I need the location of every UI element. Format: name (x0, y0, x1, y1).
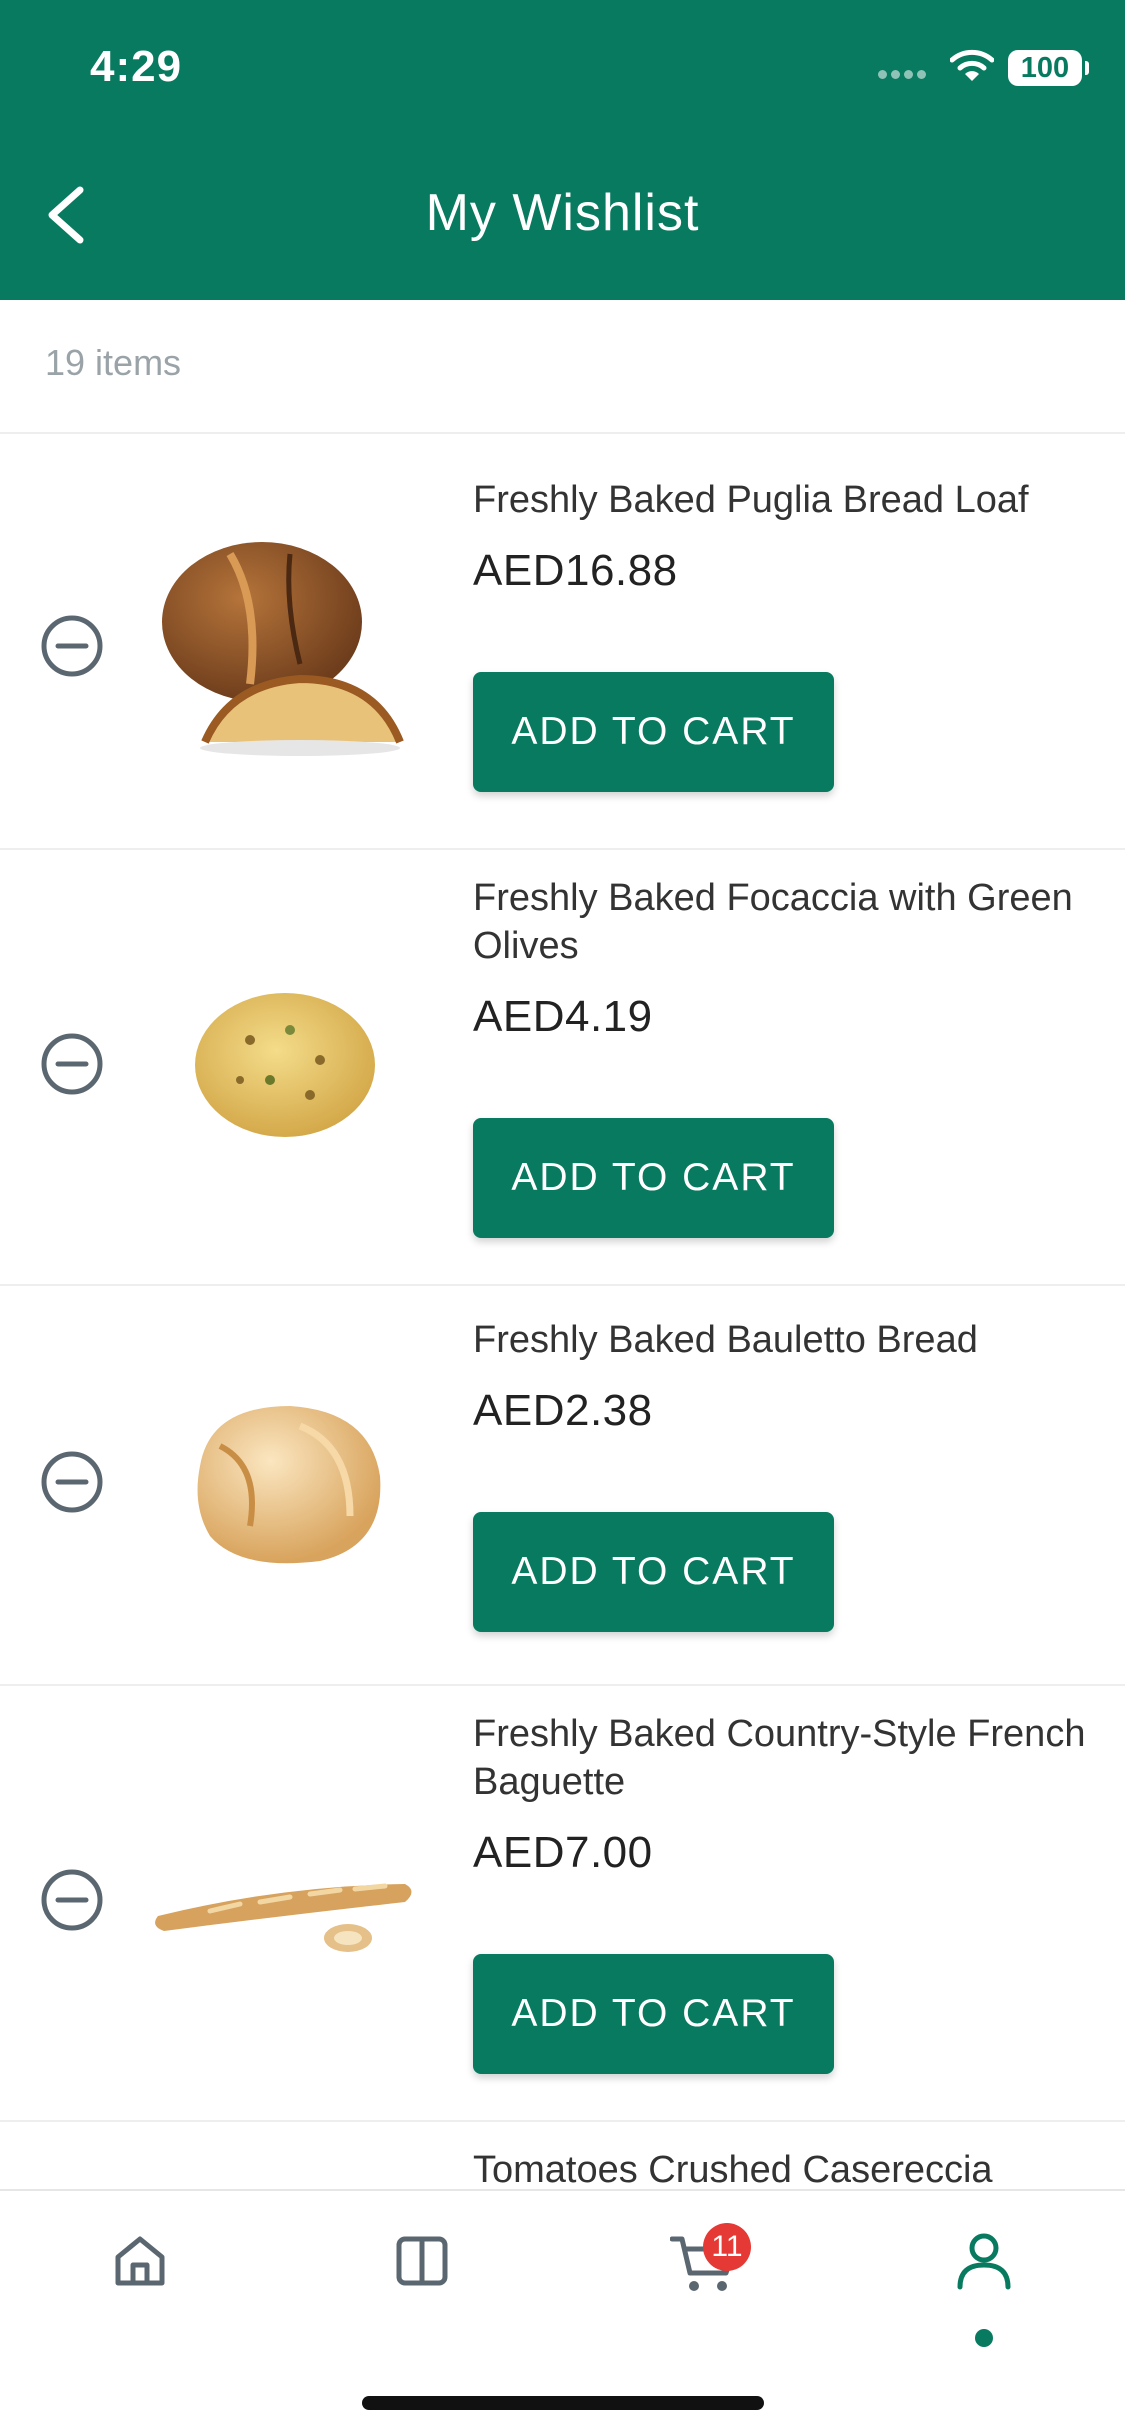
wishlist-item: Freshly Baked Bauletto Bread AED2.38 ADD… (0, 1286, 1125, 1686)
home-icon (115, 2236, 165, 2286)
wishlist-count: 19 items (45, 342, 182, 383)
wishlist-item: Freshly Baked Country-Style French Bague… (0, 1686, 1125, 2122)
cart-badge: 11 (703, 2223, 751, 2271)
active-tab-indicator (975, 2329, 993, 2347)
product-price: AED4.19 (473, 992, 653, 1041)
product-name[interactable]: Freshly Baked Country-Style French Bague… (473, 1710, 1093, 1806)
product-image-focaccia[interactable] (150, 930, 420, 1200)
cellular-signal-icon (878, 70, 926, 82)
product-image-french-baguette[interactable] (150, 1766, 420, 2036)
add-to-cart-button[interactable]: ADD TO CART (473, 1512, 834, 1632)
columns-icon (396, 2236, 448, 2286)
status-time: 4:29 (90, 42, 183, 91)
product-name[interactable]: Freshly Baked Puglia Bread Loaf (473, 476, 1093, 524)
remove-circle-icon[interactable] (40, 1450, 104, 1514)
product-name[interactable]: Tomatoes Crushed Casereccia (473, 2146, 1093, 2189)
product-name[interactable]: Freshly Baked Focaccia with Green Olives (473, 874, 1093, 970)
wishlist-list[interactable]: Freshly Baked Puglia Bread Loaf AED16.88… (0, 434, 1125, 2189)
product-price: AED7.00 (473, 1828, 653, 1877)
remove-circle-icon[interactable] (40, 614, 104, 678)
page-title: My Wishlist (425, 184, 700, 242)
home-indicator (362, 2396, 764, 2410)
product-price: AED16.88 (473, 546, 678, 595)
app-header: 4:29 100 My Wishlist (0, 0, 1125, 300)
product-image-bauletto-bread[interactable] (150, 1346, 420, 1616)
add-to-cart-button[interactable]: ADD TO CART (473, 1118, 834, 1238)
remove-circle-icon[interactable] (40, 1032, 104, 1096)
user-icon (957, 2233, 1011, 2290)
product-name[interactable]: Freshly Baked Bauletto Bread (473, 1316, 1093, 1364)
remove-circle-icon[interactable] (40, 1868, 104, 1932)
add-to-cart-button[interactable]: ADD TO CART (473, 672, 834, 792)
wishlist-count-bar: 19 items (0, 300, 1125, 434)
battery-indicator: 100 (1008, 50, 1089, 86)
tab-categories[interactable] (367, 2231, 477, 2351)
product-price: AED2.38 (473, 1386, 653, 1435)
wishlist-item: Freshly Baked Focaccia with Green Olives… (0, 850, 1125, 1286)
tab-account[interactable] (929, 2231, 1039, 2351)
tab-cart[interactable]: 11 (645, 2223, 755, 2351)
wishlist-item: Freshly Baked Puglia Bread Loaf AED16.88… (0, 434, 1125, 850)
wishlist-item: Tomatoes Crushed Casereccia (0, 2122, 1125, 2189)
tab-home[interactable] (85, 2231, 195, 2351)
add-to-cart-button[interactable]: ADD TO CART (473, 1954, 834, 2074)
wifi-icon (950, 49, 994, 81)
product-image-puglia-bread[interactable] (150, 514, 420, 784)
